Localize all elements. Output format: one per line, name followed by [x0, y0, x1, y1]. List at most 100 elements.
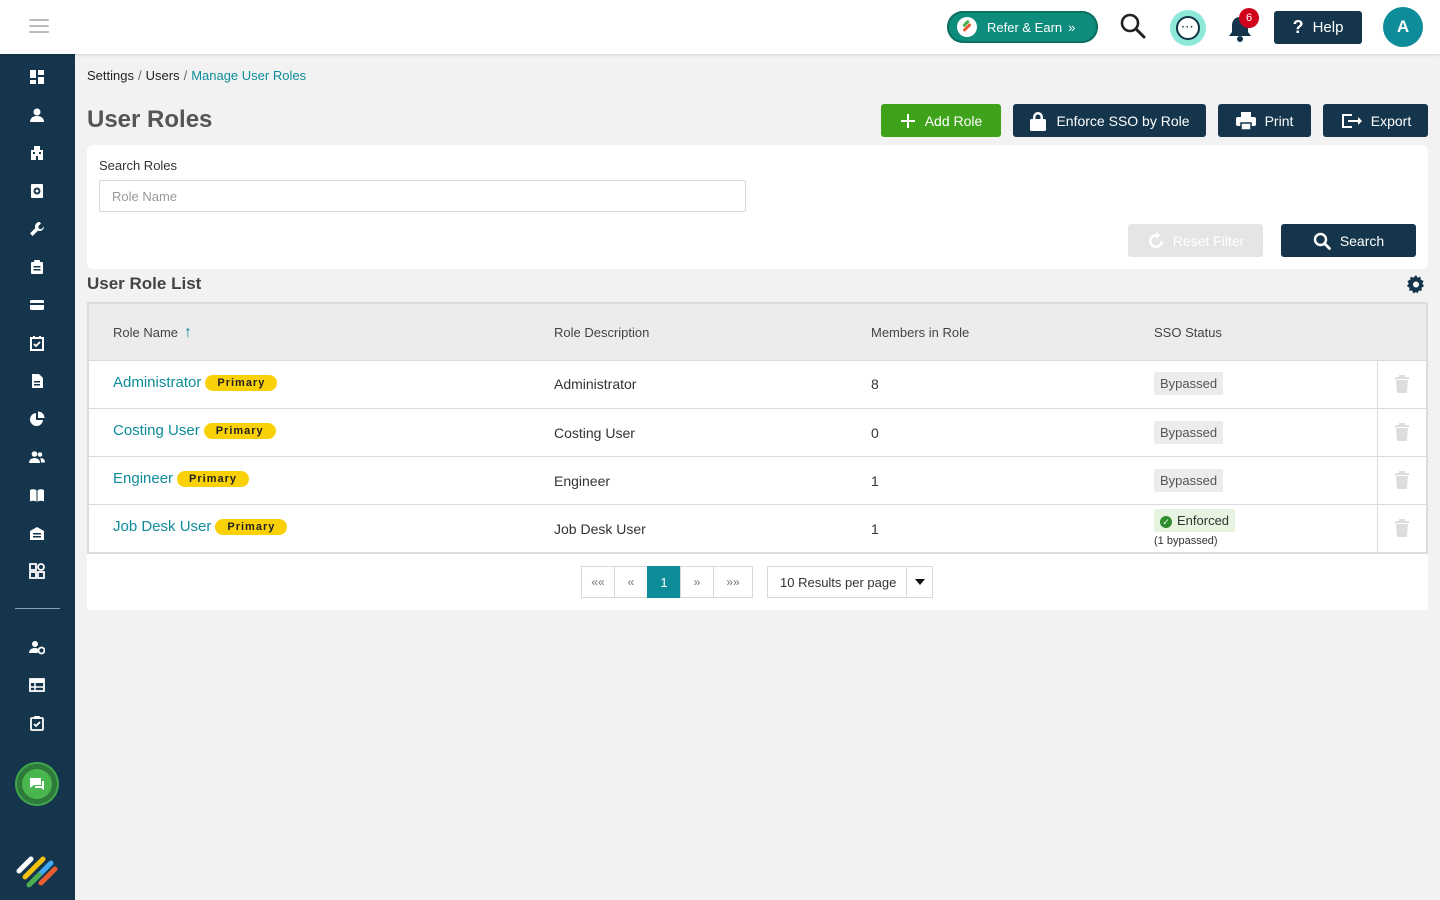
pie-chart-icon[interactable]: [27, 409, 47, 429]
help-button[interactable]: ? Help: [1274, 11, 1362, 44]
export-button[interactable]: Export: [1323, 104, 1428, 137]
role-name-link[interactable]: Costing User: [113, 422, 200, 439]
print-button[interactable]: Print: [1218, 104, 1311, 137]
reset-filter-button[interactable]: Reset Filter: [1128, 224, 1263, 257]
results-per-page-select[interactable]: 10 Results per page: [767, 566, 933, 598]
table-header: Role Name ↑ Role Description Members in R…: [89, 304, 1426, 360]
search-roles-label: Search Roles: [99, 158, 178, 173]
refresh-icon: [1148, 231, 1163, 248]
sidebar-divider: [15, 608, 60, 609]
people-icon[interactable]: [27, 447, 47, 467]
column-divider: [1377, 505, 1378, 552]
plus-icon: [900, 113, 915, 128]
role-name-link[interactable]: Engineer: [113, 470, 173, 487]
trash-icon[interactable]: [1395, 375, 1409, 393]
role-description: Administrator: [554, 376, 637, 392]
primary-badge: Primary: [177, 471, 250, 487]
lock-icon: [1030, 111, 1047, 131]
column-divider: [1377, 409, 1378, 456]
trash-icon[interactable]: [1395, 519, 1409, 537]
help-label: Help: [1312, 19, 1344, 36]
column-role-description[interactable]: Role Description: [554, 325, 649, 340]
table-row: Job Desk User Primary Job Desk User 1 ✓ En…: [89, 504, 1426, 552]
role-name-link[interactable]: Administrator: [113, 374, 201, 391]
export-label: Export: [1370, 112, 1412, 129]
role-table: Role Name ↑ Role Description Members in R…: [87, 302, 1428, 554]
sso-status-badge: Bypassed: [1154, 372, 1224, 395]
sidebar: [0, 54, 75, 900]
search-label: Search: [1339, 232, 1385, 249]
double-chevron-icon: »: [1068, 19, 1076, 35]
members-count: 1: [871, 473, 879, 489]
members-count: 0: [871, 425, 879, 441]
page-1-button[interactable]: 1: [647, 566, 681, 598]
messages-button[interactable]: ···: [1170, 10, 1206, 46]
table-row: Engineer Primary Engineer 1 Bypassed: [89, 456, 1426, 504]
refer-earn-button[interactable]: Refer & Earn »: [947, 11, 1098, 43]
brand-logo: [16, 856, 58, 888]
primary-badge: Primary: [203, 423, 276, 439]
add-role-button[interactable]: Add Role: [881, 104, 1001, 137]
column-role-name[interactable]: Role Name ↑: [113, 325, 192, 341]
clipboard-icon[interactable]: [27, 257, 47, 277]
card-icon[interactable]: [27, 295, 47, 315]
clipboard-check-icon[interactable]: [27, 713, 47, 733]
chat-icon: [22, 769, 52, 799]
sort-ascending-icon: ↑: [184, 324, 193, 341]
warehouse-icon[interactable]: [27, 523, 47, 543]
wrench-icon[interactable]: [27, 219, 47, 239]
printer-icon: [1235, 111, 1256, 130]
search-icon[interactable]: [1119, 12, 1147, 40]
prev-page-button[interactable]: «: [614, 566, 648, 598]
notifications-button[interactable]: 6: [1225, 8, 1259, 44]
person-icon[interactable]: [27, 105, 47, 125]
page-title: User Roles: [87, 106, 213, 133]
enforce-sso-label: Enforce SSO by Role: [1056, 112, 1190, 129]
breadcrumb-settings[interactable]: Settings: [87, 68, 134, 83]
document-icon[interactable]: [27, 371, 47, 391]
dashboard-icon[interactable]: [27, 67, 47, 87]
magnifier-icon: [1313, 232, 1331, 250]
sso-status-badge: Bypassed: [1154, 421, 1224, 444]
role-name-input[interactable]: [99, 180, 746, 212]
search-button[interactable]: Search: [1281, 224, 1416, 257]
building-icon[interactable]: [27, 143, 47, 163]
live-chat-button[interactable]: [15, 762, 59, 806]
trash-icon[interactable]: [1395, 423, 1409, 441]
menu-toggle-icon[interactable]: [29, 19, 49, 35]
calendar-check-icon[interactable]: [27, 333, 47, 353]
column-members[interactable]: Members in Role: [871, 325, 969, 340]
gear-icon[interactable]: [1406, 275, 1426, 295]
next-page-button[interactable]: »: [680, 566, 714, 598]
notification-count-badge: 6: [1239, 8, 1259, 28]
question-icon: ?: [1292, 17, 1304, 37]
table-icon[interactable]: [27, 675, 47, 695]
column-sso-status[interactable]: SSO Status: [1154, 325, 1222, 340]
enforce-sso-button[interactable]: Enforce SSO by Role: [1013, 104, 1206, 137]
compass-doc-icon[interactable]: [27, 181, 47, 201]
user-avatar[interactable]: A: [1383, 7, 1423, 47]
breadcrumb-separator: /: [183, 68, 188, 83]
user-settings-icon[interactable]: [27, 637, 47, 657]
column-role-name-label: Role Name: [113, 325, 179, 340]
first-page-button[interactable]: ««: [581, 566, 615, 598]
last-page-button[interactable]: »»: [713, 566, 753, 598]
trash-icon[interactable]: [1395, 471, 1409, 489]
sso-status-badge: Bypassed: [1154, 469, 1224, 492]
breadcrumb-users[interactable]: Users: [146, 68, 180, 83]
results-per-page-value: 10 Results per page: [780, 574, 897, 590]
column-divider: [1377, 361, 1378, 408]
sso-status-badge: ✓ Enforced: [1154, 509, 1236, 532]
role-description: Engineer: [554, 473, 611, 489]
book-icon[interactable]: [27, 485, 47, 505]
refer-earn-label: Refer & Earn: [987, 19, 1063, 35]
export-icon: [1341, 113, 1362, 128]
apps-icon[interactable]: [27, 561, 47, 581]
role-table-panel: Role Name ↑ Role Description Members in R…: [87, 302, 1428, 610]
dropdown-caret-icon: [906, 567, 932, 597]
role-description: Job Desk User: [554, 521, 646, 537]
role-name-link[interactable]: Job Desk User: [113, 518, 211, 535]
sso-bypass-note: (1 bypassed): [1154, 535, 1218, 547]
print-label: Print: [1264, 112, 1294, 129]
add-role-label: Add Role: [924, 112, 983, 129]
